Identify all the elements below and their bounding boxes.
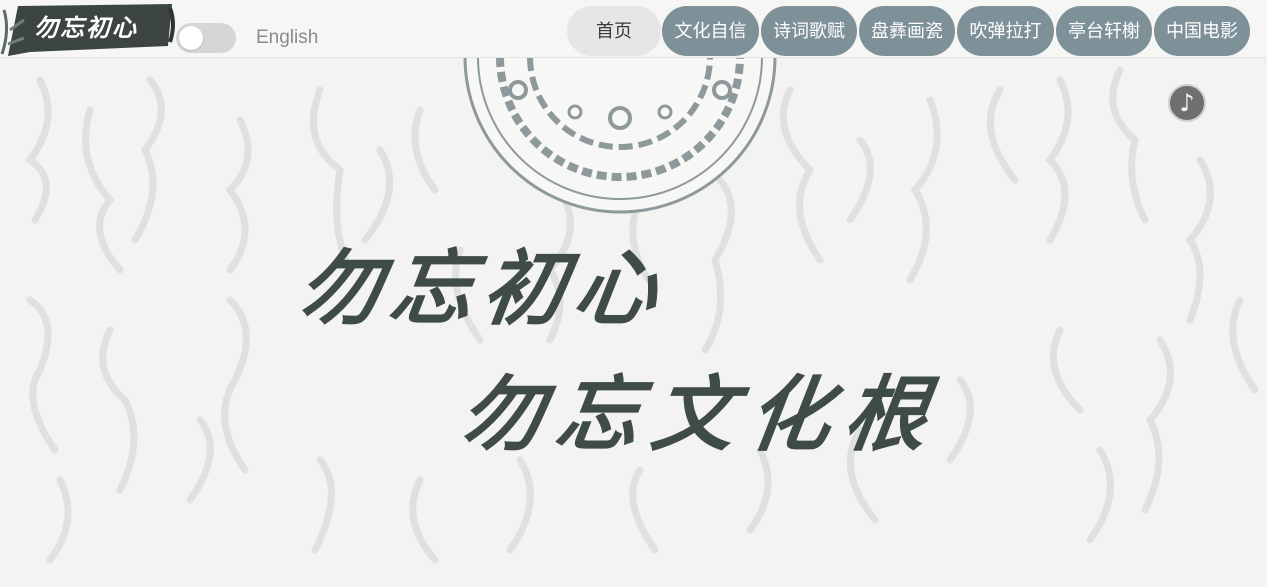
language-label[interactable]: English bbox=[256, 27, 318, 49]
hero-slogan-line2: 勿忘文化根 bbox=[454, 367, 948, 463]
nav-item-home[interactable]: 首页 bbox=[567, 6, 661, 56]
toggle-knob bbox=[179, 26, 203, 50]
nav-item-cultural-confidence[interactable]: 文化自信 bbox=[662, 6, 759, 56]
nav-item-pavilions[interactable]: 亭台轩榭 bbox=[1056, 6, 1152, 56]
nav-item-music-instruments[interactable]: 吹弹拉打 bbox=[957, 6, 1054, 56]
nav-item-porcelain-painting[interactable]: 盘彝画瓷 bbox=[859, 6, 955, 56]
nav-item-chinese-film[interactable]: 中国电影 bbox=[1154, 6, 1250, 56]
music-note-icon[interactable]: ♪ bbox=[1168, 84, 1206, 122]
logo-text[interactable]: 勿忘初心 bbox=[34, 8, 138, 43]
language-toggle[interactable] bbox=[176, 23, 236, 53]
nav-item-poetry[interactable]: 诗词歌赋 bbox=[761, 6, 857, 56]
hero-slogan-line1: 勿忘初心 bbox=[292, 241, 674, 337]
page: 勿忘初心 English 首页 文化自信 诗词歌赋 盘彝画瓷 吹弹拉打 亭台轩榭… bbox=[0, 0, 1267, 587]
header-bar: 勿忘初心 English 首页 文化自信 诗词歌赋 盘彝画瓷 吹弹拉打 亭台轩榭… bbox=[0, 0, 1267, 58]
